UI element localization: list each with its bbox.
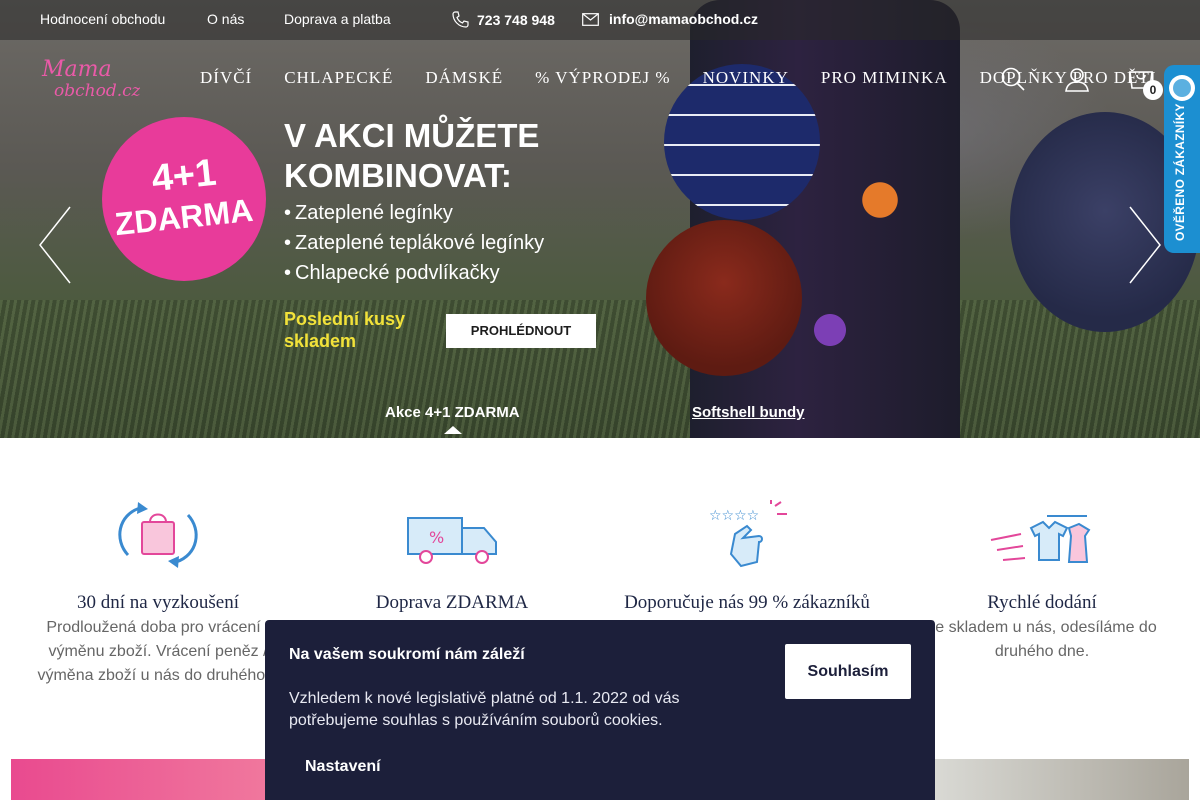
hero-list-item: Zateplené teplákové legínky bbox=[284, 228, 544, 258]
feature-item: % Doprava ZDARMA bbox=[302, 500, 602, 616]
slider-tabs: Akce 4+1 ZDARMA Softshell bundy bbox=[0, 396, 1200, 438]
feature-text: še skladem u nás, odesíláme do druhého d… bbox=[927, 619, 1157, 660]
mail-icon bbox=[582, 12, 599, 26]
cookie-agree-button[interactable]: Souhlasím bbox=[785, 644, 911, 699]
hero-product-list: Zateplené legínky Zateplené teplákové le… bbox=[284, 198, 544, 288]
logo-text-mama: Mama bbox=[41, 57, 112, 82]
feature-text: Prodloužená doba pro vrácení / výměnu zb… bbox=[37, 619, 279, 684]
cookie-settings-link[interactable]: Nastavení bbox=[305, 758, 381, 776]
hero-list-item: Zateplené legínky bbox=[284, 198, 544, 228]
slider-next-arrow-icon[interactable] bbox=[1124, 205, 1164, 285]
logo-text-obchod: obchod.cz bbox=[54, 81, 140, 101]
cart-count-badge: 0 bbox=[1143, 80, 1163, 100]
hero-subtitle: Poslední kusy skladem bbox=[284, 309, 406, 351]
phone-contact[interactable]: 723 748 948 bbox=[452, 11, 555, 28]
verified-label: OVĚŘENO ZÁKAZNÍKY bbox=[1173, 103, 1187, 241]
verified-seal-icon bbox=[1169, 75, 1195, 101]
hero-list-item: Chlapecké podvlíkačky bbox=[284, 258, 544, 288]
cookie-consent-dialog: Na vašem soukromí nám záleží Vzhledem k … bbox=[265, 620, 935, 800]
svg-text:☆☆☆☆: ☆☆☆☆ bbox=[709, 508, 759, 524]
cookie-text: Vzhledem k nové legislativě platné od 1.… bbox=[289, 690, 680, 729]
feature-title: 30 dní na vyzkoušení bbox=[76, 592, 239, 613]
category-image-left[interactable] bbox=[11, 759, 265, 800]
email-contact[interactable]: info@mamaobchod.cz bbox=[582, 11, 758, 27]
phone-icon bbox=[452, 11, 469, 28]
link-shipping[interactable]: Doprava a platba bbox=[284, 11, 391, 27]
feature-item: ☆☆☆☆ Doporučuje nás 99 % zákazníků bbox=[597, 500, 897, 616]
rating-hand-icon: ☆☆☆☆ bbox=[709, 500, 787, 568]
category-image-right[interactable] bbox=[935, 759, 1189, 800]
return-bag-icon bbox=[118, 502, 198, 568]
slider-prev-arrow-icon[interactable] bbox=[36, 205, 76, 285]
feature-title: Doprava ZDARMA bbox=[375, 592, 529, 613]
link-about[interactable]: O nás bbox=[207, 11, 244, 27]
hero-cta-button[interactable]: PROHLÉDNOUT bbox=[446, 314, 596, 348]
link-shop-rating[interactable]: Hodnocení obchodu bbox=[40, 11, 165, 27]
search-icon[interactable] bbox=[1000, 66, 1026, 92]
top-info-bar: Hodnocení obchodu O nás Doprava a platba… bbox=[0, 0, 1200, 40]
verified-customers-badge[interactable]: OVĚŘENO ZÁKAZNÍKY bbox=[1164, 65, 1200, 253]
nav-item-boys[interactable]: CHLAPECKÉ bbox=[284, 68, 393, 88]
svg-text:%: % bbox=[429, 528, 444, 547]
red-pants-photo bbox=[646, 220, 802, 376]
nav-item-girls[interactable]: DÍVČÍ bbox=[200, 68, 252, 88]
nav-item-babies[interactable]: PRO MIMINKA bbox=[821, 68, 948, 88]
cookie-title: Na vašem soukromí nám záleží bbox=[289, 646, 525, 663]
feature-item: Rychlé dodání še skladem u nás, odesílám… bbox=[892, 500, 1192, 664]
promo-badge: 4+1 ZDARMA bbox=[102, 117, 266, 281]
nav-item-sale[interactable]: % VÝPRODEJ % bbox=[535, 68, 670, 88]
feature-title: Rychlé dodání bbox=[987, 592, 1097, 613]
active-tab-caret-icon bbox=[444, 426, 462, 434]
feature-title: Doporučuje nás 99 % zákazníků bbox=[624, 592, 870, 613]
main-navigation: DÍVČÍ CHLAPECKÉ DÁMSKÉ % VÝPRODEJ % NOVI… bbox=[200, 68, 1188, 88]
feature-item: 30 dní na vyzkoušení Prodloužená doba pr… bbox=[8, 500, 308, 688]
hero-title: V AKCI MŮŽETE KOMBINOVAT: bbox=[284, 117, 540, 194]
nav-item-women[interactable]: DÁMSKÉ bbox=[425, 68, 503, 88]
delivery-truck-icon: % bbox=[407, 517, 497, 564]
slider-tab[interactable]: Softshell bundy bbox=[692, 404, 805, 421]
slider-tab-active[interactable]: Akce 4+1 ZDARMA bbox=[385, 404, 520, 421]
fast-delivery-clothes-icon bbox=[990, 515, 1091, 563]
phone-number: 723 748 948 bbox=[477, 11, 555, 28]
nav-item-new[interactable]: NOVINKY bbox=[703, 68, 789, 88]
user-account-icon[interactable] bbox=[1064, 66, 1090, 92]
mamaobchod-logo[interactable]: Mama obchod.cz bbox=[40, 54, 140, 106]
email-address: info@mamaobchod.cz bbox=[609, 11, 758, 27]
